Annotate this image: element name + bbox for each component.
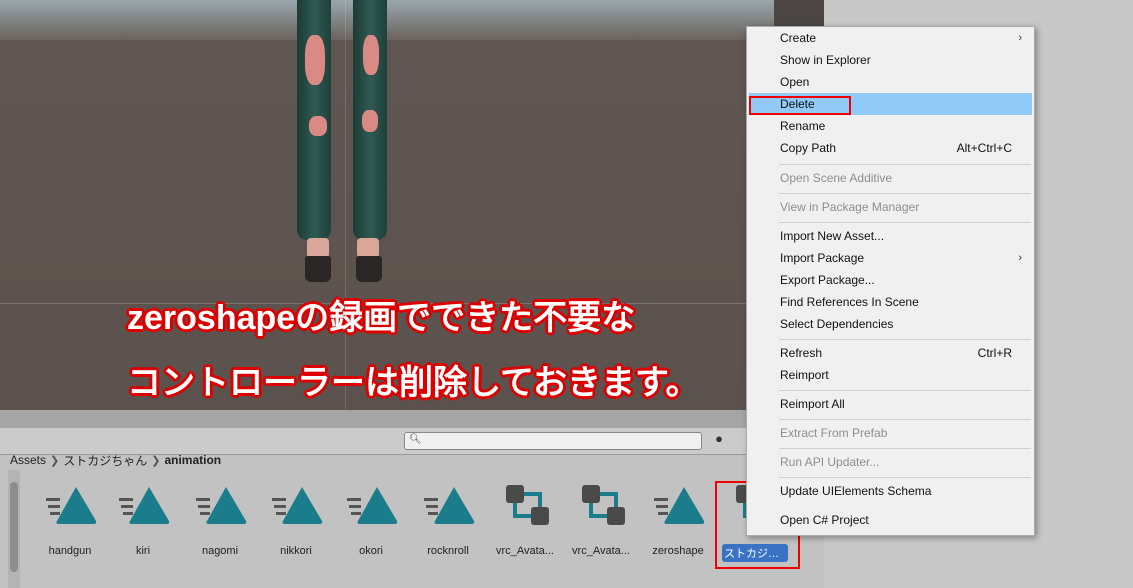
menu-item-shortcut: Ctrl+R — [977, 346, 1012, 360]
menu-item-label: Rename — [780, 119, 826, 133]
asset-label: vrc_Avata... — [572, 545, 630, 557]
menu-separator — [779, 448, 1031, 449]
menu-item-show-in-explorer[interactable]: Show in Explorer — [749, 49, 1032, 71]
menu-item-extract-from-prefab: Extract From Prefab — [749, 422, 1032, 444]
animation-clip-icon — [424, 483, 476, 535]
menu-item-create[interactable]: Create › — [749, 27, 1032, 49]
menu-item-label: Extract From Prefab — [780, 426, 888, 440]
menu-separator — [779, 419, 1031, 420]
chevron-right-icon: › — [1018, 252, 1022, 264]
asset-item[interactable]: handgun — [32, 483, 108, 573]
context-menu: Create › Show in Explorer Open Delete Rename C… — [746, 26, 1035, 536]
menu-item-label: Import New Asset... — [780, 229, 885, 243]
asset-item[interactable]: okori — [333, 483, 409, 573]
animation-clip-icon — [272, 483, 324, 535]
menu-item-select-dependencies[interactable]: Select Dependencies — [749, 313, 1032, 335]
menu-separator — [779, 222, 1031, 223]
menu-separator — [779, 193, 1031, 194]
search-input[interactable]: 🔍︎ — [404, 432, 702, 450]
annotation-line-1: zeroshapeの録画でできた不要な — [127, 299, 636, 337]
animation-clip-icon — [196, 483, 248, 535]
menu-item-label: Open — [780, 75, 810, 89]
menu-item-reimport[interactable]: Reimport — [749, 364, 1032, 386]
breadcrumb-item-current[interactable]: animation — [164, 453, 221, 467]
menu-item-find-references-in-scene[interactable]: Find References In Scene — [749, 291, 1032, 313]
menu-item-label: Find References In Scene — [780, 295, 919, 309]
asset-item[interactable]: kiri — [105, 483, 181, 573]
asset-item[interactable]: zeroshape — [640, 483, 716, 573]
asset-label: nikkori — [280, 545, 312, 557]
search-icon: 🔍︎ — [409, 434, 422, 445]
animation-clip-icon — [46, 483, 98, 535]
annotation-highlight-box — [749, 96, 851, 115]
menu-item-label: Open Scene Additive — [780, 171, 893, 185]
asset-label: rocknroll — [427, 545, 469, 557]
chevron-right-icon: ❯ — [50, 454, 60, 467]
menu-item-reimport-all[interactable]: Reimport All — [749, 393, 1032, 415]
menu-item-label: View in Package Manager — [780, 200, 920, 214]
menu-item-label: Update UIElements Schema — [780, 484, 932, 498]
menu-item-label: Show in Explorer — [780, 53, 871, 67]
scene-grid-line — [345, 0, 346, 410]
menu-item-copy-path[interactable]: Copy Path Alt+Ctrl+C — [749, 137, 1032, 159]
breadcrumb: Assets ❯ ストカジちゃん ❯ animation — [10, 452, 221, 468]
animator-controller-icon — [501, 483, 553, 535]
menu-item-label: Export Package... — [780, 273, 875, 287]
asset-label: nagomi — [201, 545, 239, 557]
scene-sky — [0, 0, 824, 40]
asset-item[interactable]: vrc_Avata... — [563, 483, 639, 573]
menu-item-label: Import Package — [780, 251, 865, 265]
menu-item-label: Create — [780, 31, 817, 45]
vertical-scrollbar[interactable] — [8, 470, 20, 588]
menu-item-open-scene-additive: Open Scene Additive — [749, 167, 1032, 189]
animator-controller-icon — [577, 483, 629, 535]
asset-item[interactable]: rocknroll — [410, 483, 486, 573]
menu-item-import-package[interactable]: Import Package › — [749, 247, 1032, 269]
menu-separator — [779, 390, 1031, 391]
menu-item-label: Open C# Project — [780, 513, 869, 527]
filter-by-type-icon[interactable]: ● — [710, 430, 728, 448]
chevron-right-icon: ❯ — [151, 454, 161, 467]
asset-label: zeroshape — [652, 545, 704, 557]
menu-item-label: Refresh — [780, 346, 823, 360]
breadcrumb-item[interactable]: ストカジちゃん — [63, 452, 147, 469]
menu-separator — [779, 164, 1031, 165]
animation-clip-icon — [654, 483, 706, 535]
menu-item-view-in-package-manager: View in Package Manager — [749, 196, 1032, 218]
menu-item-label: Select Dependencies — [780, 317, 894, 331]
asset-item[interactable]: nikkori — [258, 483, 334, 573]
asset-label: okori — [359, 545, 383, 557]
asset-item[interactable]: nagomi — [182, 483, 258, 573]
menu-separator — [779, 339, 1031, 340]
menu-item-open-c-project[interactable]: Open C# Project — [749, 509, 1032, 531]
menu-item-label: Reimport — [780, 368, 829, 382]
menu-item-export-package[interactable]: Export Package... — [749, 269, 1032, 291]
menu-item-open[interactable]: Open — [749, 71, 1032, 93]
animation-clip-icon — [347, 483, 399, 535]
panel-tab-bar — [0, 410, 824, 428]
menu-item-shortcut: Alt+Ctrl+C — [956, 141, 1012, 155]
asset-item[interactable]: vrc_Avata... — [487, 483, 563, 573]
scrollbar-thumb[interactable] — [10, 482, 18, 572]
animation-clip-icon — [119, 483, 171, 535]
menu-item-refresh[interactable]: Refresh Ctrl+R — [749, 342, 1032, 364]
menu-item-import-new-asset[interactable]: Import New Asset... — [749, 225, 1032, 247]
menu-separator — [779, 477, 1031, 478]
menu-item-run-api-updater: Run API Updater... — [749, 451, 1032, 473]
breadcrumb-item[interactable]: Assets — [10, 453, 46, 467]
menu-item-update-uielements-schema[interactable]: Update UIElements Schema — [749, 480, 1032, 502]
scene-view[interactable] — [0, 0, 824, 410]
menu-item-rename[interactable]: Rename — [749, 115, 1032, 137]
chevron-right-icon: › — [1018, 32, 1022, 44]
menu-item-label: Reimport All — [780, 397, 845, 411]
annotation-line-2: コントローラーは削除しておきます。 — [127, 364, 700, 402]
asset-label: vrc_Avata... — [496, 545, 554, 557]
menu-item-label: Run API Updater... — [780, 455, 880, 469]
asset-label: handgun — [48, 545, 92, 557]
asset-label: kiri — [135, 545, 151, 557]
menu-item-label: Copy Path — [780, 141, 837, 155]
